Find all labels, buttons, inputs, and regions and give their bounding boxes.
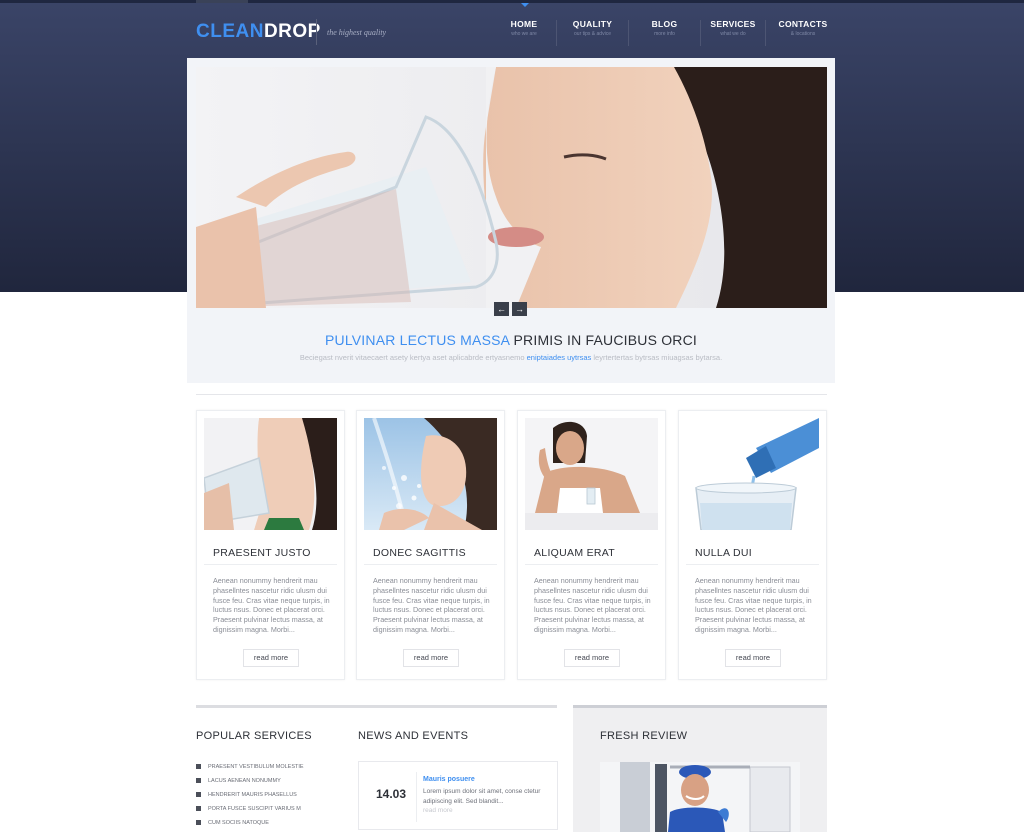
intro-text-a: Beciegast nverit vitaecaert asety kertya… [299,353,525,362]
slider-prev-button[interactable]: ← [494,302,509,316]
intro-headline: PULVINAR LECTUS MASSA PRIMIS IN FAUCIBUS… [187,332,835,348]
bullet-icon [196,820,201,825]
nav-home-sub: who we are [511,31,537,37]
card-image[interactable] [686,418,819,530]
woman-drinking-illustration [196,67,827,308]
feature-card: NULLA DUI Aenean nonummy hendrerit mau p… [678,410,827,680]
intro-text-link[interactable]: eniptaiades uytrsas [527,353,592,362]
service-link[interactable]: HENDRERIT MAURIS PHASELLUS [196,791,356,803]
nav-blog-sub: more info [654,31,675,37]
headline-highlight: PULVINAR LECTUS MASSA [324,332,510,348]
service-label: PORTA FUSCE SUSCIPIT VARIUS M [208,806,301,812]
news-item-title[interactable]: Mauris posuere [423,776,475,783]
news-date: 14.03 [376,787,407,801]
card-text: Aenean nonummy hendrerit mau phasellntes… [534,576,651,634]
news-read-more-link[interactable]: read more [423,807,453,814]
bottom-section-bar [196,705,557,708]
nav-blog[interactable]: BLOG more info [629,18,700,46]
nav-blog-label: BLOG [651,19,678,29]
review-image[interactable] [600,762,800,832]
nav-services[interactable]: SERVICES what we do [701,18,765,46]
service-link[interactable]: CUM SOCIIS NATOQUE [196,819,356,831]
service-label: HENDRERIT MAURIS PHASELLUS [208,792,297,798]
read-more-button[interactable]: read more [725,649,781,667]
bullet-icon [196,778,201,783]
card-title: ALIQUAM ERAT [534,547,616,559]
bullet-icon [196,806,201,811]
nav-home[interactable]: HOME who we are [492,18,556,46]
active-nav-indicator [521,3,529,7]
card-divider [525,564,658,565]
news-title: NEWS AND EVENTS [358,730,469,742]
plumber-illustration [600,762,800,832]
bottle-pouring-thumbnail [686,418,819,530]
hero-slide-image[interactable] [196,67,827,308]
nav-home-label: HOME [510,19,538,29]
logo-part-clean: CLEAN [196,21,264,42]
woman-with-glass-thumbnail [525,418,658,530]
card-divider [686,564,819,565]
card-image[interactable] [364,418,497,530]
headline-rest: PRIMIS IN FAUCIBUS ORCI [513,332,698,348]
service-link[interactable]: PRAESENT VESTIBULUM MOLESTIE [196,763,356,775]
feature-card: ALIQUAM ERAT Aenean nonummy hendrerit ma… [517,410,666,680]
card-divider [204,564,337,565]
nav-services-label: SERVICES [710,19,756,29]
service-label: LACUS AENEAN NONUMMY [208,778,281,784]
nav-services-sub: what we do [720,31,746,37]
nav-contacts-sub: & locations [790,31,816,37]
service-link[interactable]: LACUS AENEAN NONUMMY [196,777,356,789]
card-title: DONEC SAGITTIS [373,547,466,559]
feature-card: DONEC SAGITTIS Aenean nonummy hendrerit … [356,410,505,680]
nav-contacts[interactable]: CONTACTS & locations [766,18,840,46]
card-text: Aenean nonummy hendrerit mau phasellntes… [695,576,812,634]
nav-quality-sub: our tips & advice [574,31,611,37]
water-splash-thumbnail [364,418,497,530]
news-separator [416,772,417,822]
nav-contacts-label: CONTACTS [778,19,828,29]
intro-text: Beciegast nverit vitaecaert asety kertya… [187,353,835,362]
service-label: CUM SOCIIS NATOQUE [208,820,269,826]
card-title: NULLA DUI [695,547,752,559]
card-image[interactable] [204,418,337,530]
review-bar [573,705,827,708]
nav-quality-label: QUALITY [572,19,613,29]
card-image[interactable] [525,418,658,530]
news-item-text: Lorem ipsum dolor sit amet, conse ctetur… [423,788,541,805]
tagline: the highest quality [327,28,387,37]
bullet-icon [196,792,201,797]
bullet-icon [196,764,201,769]
card-title: PRAESENT JUSTO [213,547,311,559]
card-divider [364,564,497,565]
fresh-review-panel: FRESH REVIEW [573,705,827,832]
logo[interactable]: CLEANDROP [196,21,321,43]
feature-card: PRAESENT JUSTO Aenean nonummy hendrerit … [196,410,345,680]
read-more-button[interactable]: read more [403,649,459,667]
news-item: 14.03 Mauris posuere Lorem ipsum dolor s… [358,761,558,830]
read-more-button[interactable]: read more [564,649,620,667]
popular-services-title: POPULAR SERVICES [196,730,312,742]
read-more-button[interactable]: read more [243,649,299,667]
logo-part-drop: DROP [263,21,321,42]
slider-next-button[interactable]: → [512,302,527,316]
intro-text-b: leyrtertertas bytrsas miuagsas bytarsa. [593,353,723,362]
logo-separator [316,19,317,45]
woman-drinking-thumbnail [204,418,337,530]
service-link[interactable]: PORTA FUSCE SUSCIPIT VARIUS M [196,805,356,817]
service-label: PRAESENT VESTIBULUM MOLESTIE [208,764,304,770]
nav-quality[interactable]: QUALITY our tips & advice [557,18,628,46]
section-divider [196,394,827,395]
card-text: Aenean nonummy hendrerit mau phasellntes… [373,576,490,634]
fresh-review-title: FRESH REVIEW [600,730,688,742]
card-text: Aenean nonummy hendrerit mau phasellntes… [213,576,330,634]
